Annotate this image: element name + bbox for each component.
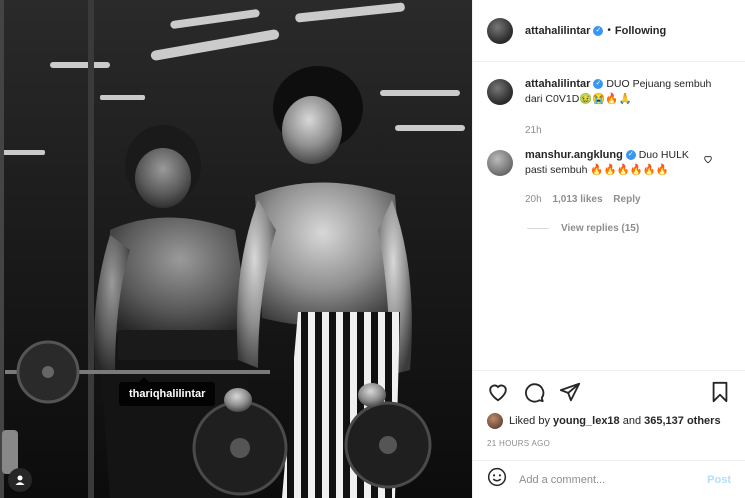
following-button[interactable]: Following [615, 25, 666, 37]
verified-badge-icon: ✓ [625, 150, 636, 161]
comment-icon[interactable] [523, 381, 545, 403]
view-replies-button[interactable]: View replies (15) [527, 223, 731, 234]
post-comment-button[interactable]: Post [707, 474, 731, 486]
comment-time[interactable]: 20h [525, 194, 542, 205]
verified-badge-icon: ✓ [593, 79, 604, 90]
likes-summary: Liked by young_lex18 and 365,137 others [487, 413, 731, 429]
comment-item: manshur.angklung ✓ Duo HULK pasti sembuh … [487, 148, 731, 207]
share-icon[interactable] [559, 381, 581, 403]
post-timestamp[interactable]: 21 HOURS AGO [487, 439, 731, 448]
person-icon [15, 475, 25, 485]
comment-likes[interactable]: 1,013 likes [552, 194, 602, 205]
author-username[interactable]: attahalilintar [525, 25, 590, 37]
commenter-avatar[interactable] [487, 150, 513, 176]
post-details-panel: attahalilintar ✓ • Following attahalilin… [472, 0, 745, 498]
caption-time[interactable]: 21h [525, 125, 542, 136]
likes-count[interactable]: 365,137 others [644, 415, 720, 427]
post-photo[interactable]: thariqhalilintar [0, 0, 472, 498]
verified-badge-icon: ✓ [593, 25, 604, 36]
gym-photo [0, 0, 472, 498]
comment-input[interactable]: Add a comment... [519, 474, 707, 486]
reply-button[interactable]: Reply [613, 194, 640, 205]
comments-section: attahalilintar ✓ DUO Pejuang sembuh dari … [473, 63, 745, 368]
heart-icon[interactable] [487, 381, 509, 403]
caption: attahalilintar ✓ DUO Pejuang sembuh dari … [487, 77, 731, 138]
post-header: attahalilintar ✓ • Following [473, 0, 745, 62]
instagram-post: thariqhalilintar attahalilintar ✓ • Foll… [0, 0, 745, 498]
author-avatar[interactable] [487, 17, 513, 44]
likes-middle: and [619, 415, 645, 427]
comment-like-heart-icon[interactable] [703, 154, 713, 164]
caption-username[interactable]: attahalilintar [525, 78, 590, 90]
view-replies-label: View replies (15) [561, 223, 640, 234]
smiley-icon[interactable] [487, 467, 507, 492]
tagged-users-button[interactable] [8, 468, 32, 492]
add-comment-bar: Add a comment... Post [473, 460, 745, 498]
bookmark-icon[interactable] [709, 381, 731, 403]
reply-line-divider [527, 228, 549, 229]
post-actions: Liked by young_lex18 and 365,137 others … [473, 370, 745, 448]
likes-prefix: Liked by [509, 415, 554, 427]
separator-dot: • [607, 25, 611, 36]
commenter-username[interactable]: manshur.angklung [525, 149, 623, 161]
liker-username[interactable]: young_lex18 [553, 415, 620, 427]
caption-avatar[interactable] [487, 79, 513, 105]
user-tag-label[interactable]: thariqhalilintar [119, 377, 216, 406]
liker-avatar[interactable] [487, 413, 503, 429]
